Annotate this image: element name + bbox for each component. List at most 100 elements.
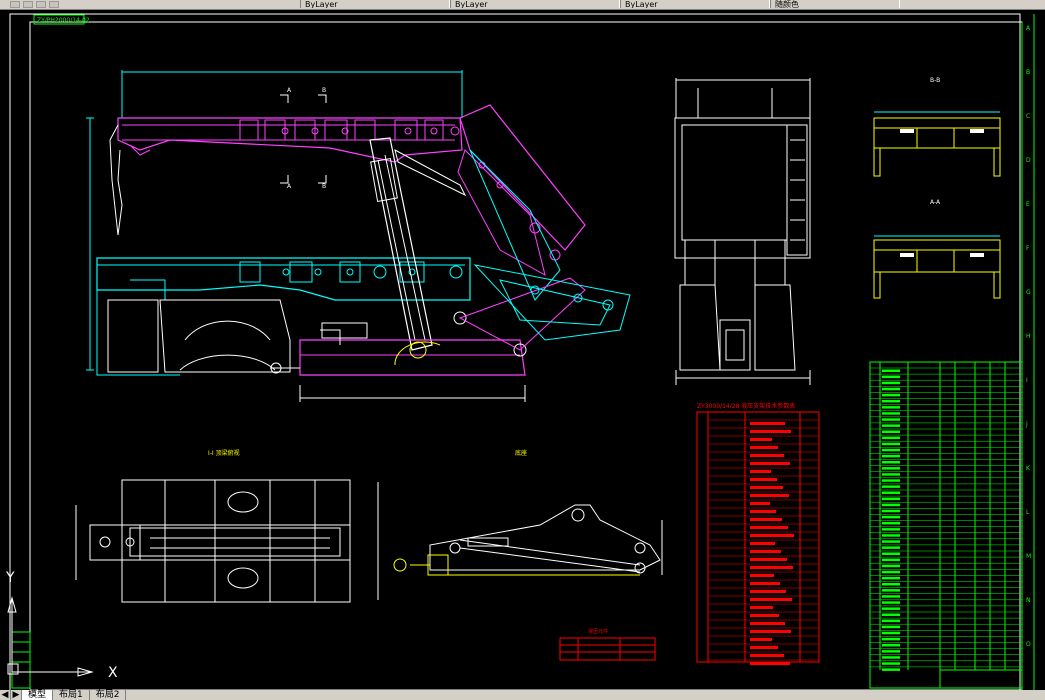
- parts-cell-mark: [882, 558, 900, 562]
- spec-cell-mark: [750, 430, 791, 433]
- parts-cell-mark: [882, 644, 900, 647]
- parts-cell-mark: [882, 552, 900, 555]
- parts-cell-mark: [882, 442, 900, 446]
- spec-cell-mark: [750, 566, 793, 569]
- title-tag: ZY/PH2000/14-02: [37, 17, 90, 24]
- parts-cell-mark: [882, 479, 900, 482]
- spec-cell-mark: [750, 606, 773, 609]
- parts-cell-mark: [882, 607, 900, 610]
- tab-layout2[interactable]: 布局2: [90, 690, 127, 700]
- parts-cell-mark: [882, 583, 900, 586]
- parts-cell-mark: [882, 436, 900, 440]
- spec-cell-mark: [750, 550, 781, 553]
- parts-cell-mark: [882, 576, 900, 580]
- save-icon[interactable]: [36, 1, 46, 8]
- border-letter: N: [1026, 597, 1031, 604]
- linetype-dropdown[interactable]: ByLayer: [620, 0, 770, 8]
- parts-cell-mark: [882, 625, 900, 629]
- parts-cell-mark: [882, 637, 900, 641]
- parts-cell-mark: [882, 424, 900, 427]
- parts-cell-mark: [882, 430, 900, 433]
- parts-cell-mark: [882, 564, 900, 568]
- parts-cell-mark: [882, 375, 900, 379]
- spec-cell-mark: [750, 614, 779, 617]
- border-letter: K: [1026, 465, 1031, 472]
- new-icon[interactable]: [10, 1, 20, 8]
- border-letter: G: [1026, 289, 1031, 296]
- parts-cell-mark: [882, 473, 900, 476]
- base-view: 底座: [393, 449, 663, 576]
- spec-cell-mark: [750, 542, 775, 545]
- parts-cell-mark: [882, 668, 900, 671]
- spec-cell-mark: [750, 654, 784, 657]
- spec-cell-mark: [750, 486, 783, 489]
- linetype-value: ByLayer: [625, 0, 658, 8]
- spec-cell-mark: [750, 638, 772, 641]
- border-letter: E: [1026, 201, 1030, 208]
- spec-cell-mark: [750, 502, 770, 505]
- parts-cell-mark: [882, 461, 900, 464]
- tab-layout1[interactable]: 布局1: [53, 690, 90, 700]
- tab-first-icon[interactable]: ◀: [0, 690, 11, 700]
- section-mark-b-top: B: [322, 87, 326, 94]
- support-front-view: [674, 78, 811, 385]
- parts-cell-mark: [882, 522, 900, 525]
- parts-cell-mark: [882, 650, 900, 653]
- parts-cell-mark: [882, 601, 900, 604]
- spec-cell-mark: [750, 646, 778, 649]
- spec-cell-mark: [750, 446, 778, 449]
- layer-icon[interactable]: [49, 1, 59, 8]
- parts-cell-mark: [882, 589, 900, 592]
- legend-title: 液压元件: [588, 628, 608, 635]
- spec-cell-mark: [750, 582, 780, 585]
- parts-cell-mark: [882, 540, 900, 543]
- ucs-icon: [7, 596, 94, 677]
- drawing-canvas[interactable]: ZY/PH2000/14-02 A B C D E F G H I J K L M N O A B A B: [0, 10, 1045, 692]
- parts-cell-mark: [882, 509, 900, 513]
- spec-cell-mark: [750, 438, 772, 441]
- parts-cell-mark: [882, 534, 900, 537]
- tab-model[interactable]: 模型: [22, 690, 54, 700]
- border-letter: H: [1026, 333, 1031, 340]
- section-aa-title: A-A: [930, 199, 941, 206]
- parts-cell-mark: [882, 400, 900, 403]
- section-mark-a-top: A: [287, 87, 292, 94]
- spec-cell-mark: [750, 422, 785, 425]
- support-side-view: A B A B: [86, 70, 631, 402]
- parts-cell-mark: [882, 406, 900, 409]
- color-dropdown[interactable]: ByLayer: [300, 0, 450, 8]
- spec-cell-mark: [750, 518, 782, 521]
- border-letter: I: [1026, 377, 1028, 384]
- spec-cell-mark: [750, 494, 789, 497]
- parts-cell-mark: [882, 595, 900, 598]
- border-letters: A B C D E F G H I J K L M N O: [1025, 25, 1031, 648]
- inner-border: [29, 21, 1023, 691]
- parts-cell-mark: [882, 381, 900, 385]
- spec-cell-mark: [750, 662, 790, 665]
- parts-cell-mark: [882, 393, 900, 397]
- layout-tabs: ◀ ▶ 模型 布局1 布局2: [0, 690, 1045, 700]
- spec-cell-mark: [750, 526, 788, 529]
- open-icon[interactable]: [23, 1, 33, 8]
- left-title-block: [11, 631, 31, 689]
- tab-last-icon[interactable]: ▶: [11, 690, 22, 700]
- spec-cell-mark: [750, 470, 771, 473]
- spec-cell-mark: [750, 598, 792, 601]
- layer-dropdown[interactable]: ByLayer: [450, 0, 620, 8]
- border-letter: B: [1026, 69, 1030, 76]
- spec-cell-mark: [750, 462, 790, 465]
- parts-cell-mark: [882, 613, 900, 616]
- section-mark-b-bot: B: [322, 183, 326, 190]
- border-letter: L: [1026, 509, 1030, 516]
- spec-rows: [708, 419, 819, 665]
- parts-cell-mark: [882, 467, 900, 470]
- parts-cell-mark: [882, 418, 900, 421]
- parts-cell-mark: [882, 369, 900, 372]
- plotstyle-dropdown[interactable]: 随颜色: [770, 0, 900, 8]
- parts-cell-mark: [882, 412, 900, 415]
- border-letter: J: [1025, 421, 1028, 428]
- layer-value: ByLayer: [455, 0, 488, 8]
- parts-cell-mark: [882, 485, 900, 488]
- border-letter: D: [1026, 157, 1031, 164]
- parts-rows: [870, 367, 1022, 671]
